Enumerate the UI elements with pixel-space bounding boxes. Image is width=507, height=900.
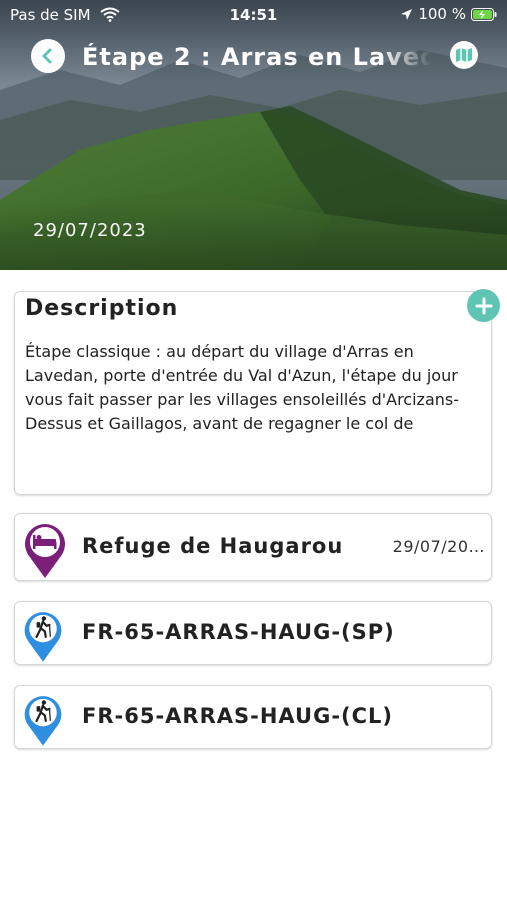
description-text: Étape classique : au départ du village d… <box>25 342 459 433</box>
list-item-trail-cl[interactable]: FR-65-ARRAS-HAUG-(CL) <box>14 685 492 749</box>
item-label: FR-65-ARRAS-HAUG-(SP) <box>82 620 395 644</box>
map-icon <box>456 48 472 62</box>
map-button[interactable] <box>450 41 478 69</box>
list-item-refuge[interactable]: Refuge de Haugarou 29/07/20… <box>14 513 492 581</box>
description-card: Description Étape classique : au départ … <box>14 291 492 495</box>
hiker-pin-icon <box>24 612 62 662</box>
expand-description-button[interactable] <box>467 289 500 322</box>
chevron-left-icon <box>42 48 52 64</box>
item-date: 29/07/20… <box>392 537 485 556</box>
item-label: FR-65-ARRAS-HAUG-(CL) <box>82 704 394 728</box>
list-item-trail-sp[interactable]: FR-65-ARRAS-HAUG-(SP) <box>14 601 492 665</box>
plus-icon <box>475 297 492 314</box>
back-button[interactable] <box>31 39 65 73</box>
battery-percent: 100 % <box>418 5 466 23</box>
page-title: Étape 2 : Arras en Lavedan <box>82 43 432 71</box>
status-right: 100 % <box>400 5 497 23</box>
description-heading: Description <box>25 296 179 321</box>
bed-pin-icon <box>25 524 65 578</box>
stage-date: 29/07/2023 <box>33 220 147 241</box>
location-arrow-icon <box>401 8 413 20</box>
hiker-pin-icon <box>24 696 62 746</box>
battery-icon <box>471 7 497 21</box>
item-label: Refuge de Haugarou <box>82 534 344 558</box>
status-bar: Pas de SIM 14:51 100 % <box>0 0 507 30</box>
